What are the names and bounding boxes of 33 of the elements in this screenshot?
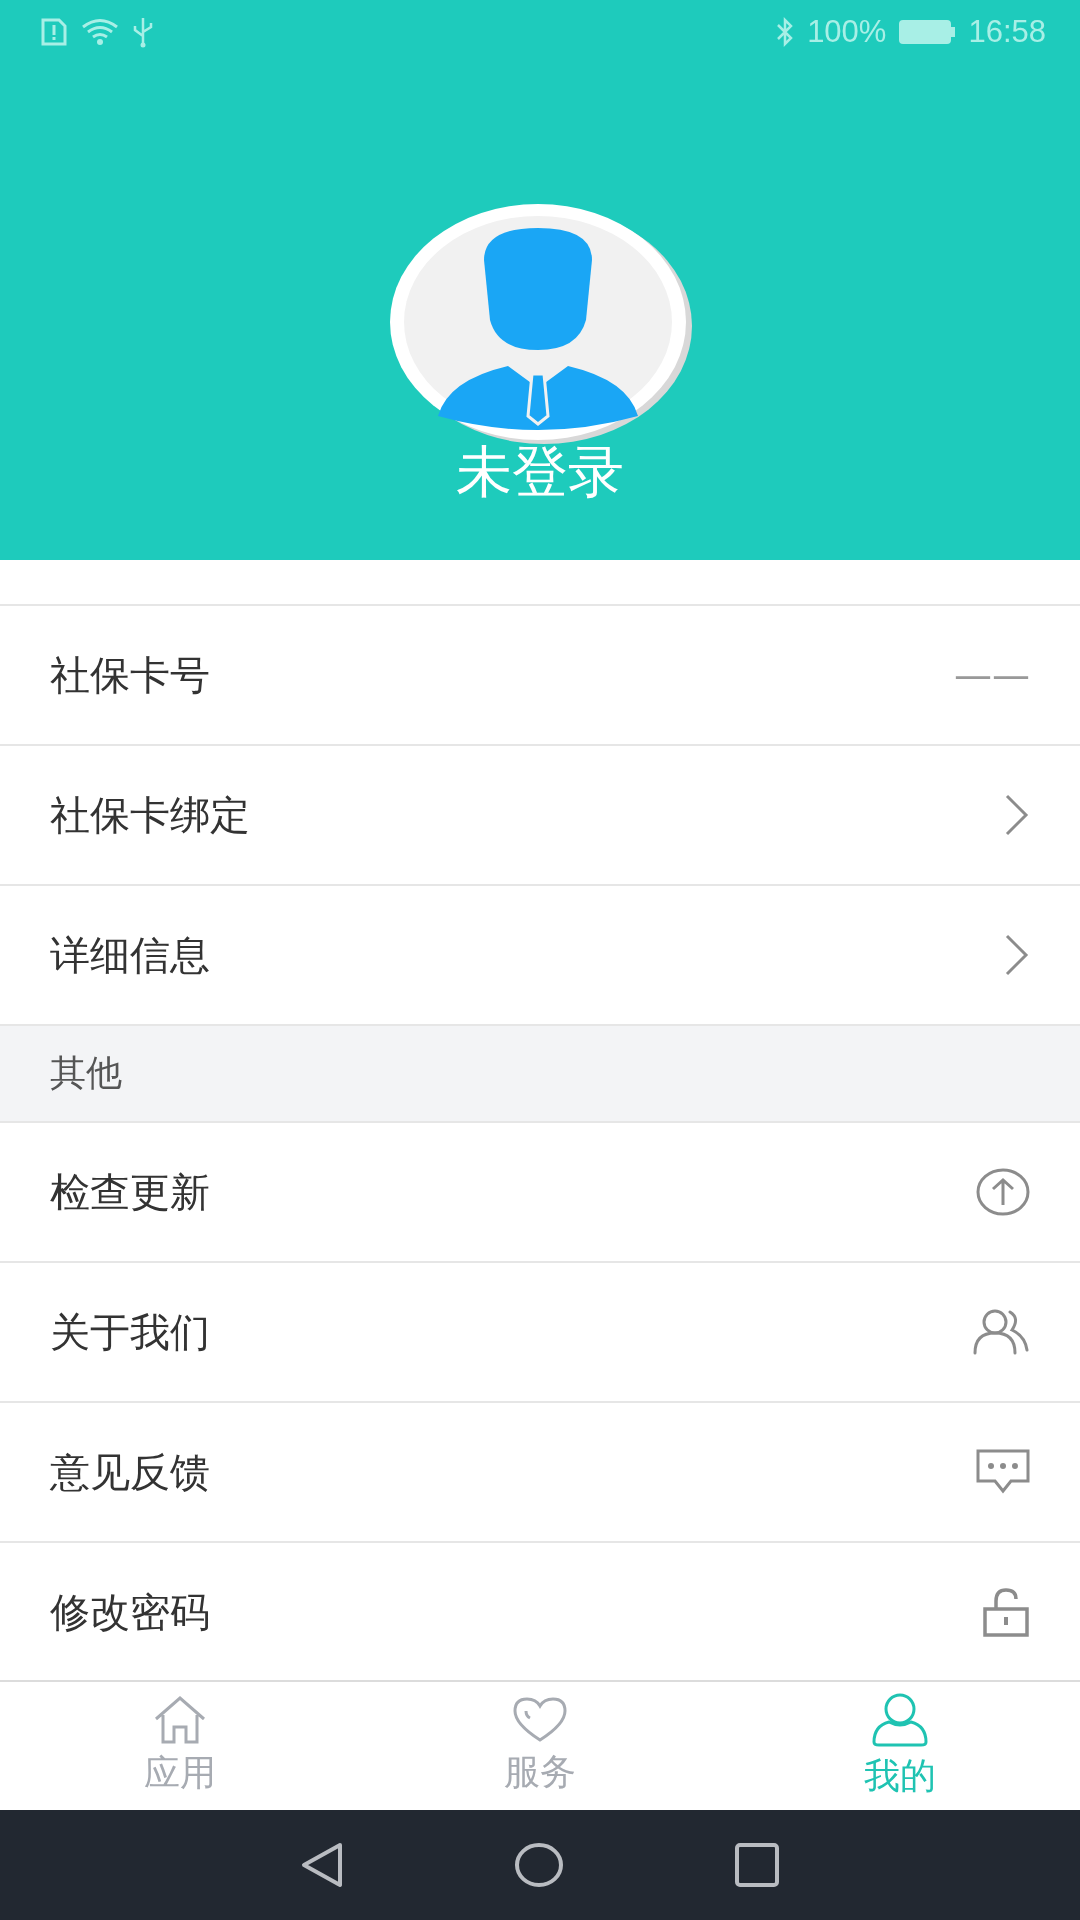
- battery-icon: [898, 19, 957, 45]
- home-button-icon[interactable]: [514, 1842, 564, 1888]
- home-icon: [153, 1694, 207, 1745]
- clock-time: 16:58: [968, 14, 1046, 50]
- menu-label: 检查更新: [50, 1167, 210, 1217]
- menu-item[interactable]: 社保卡号 ——: [0, 606, 1080, 746]
- back-icon[interactable]: [300, 1842, 344, 1888]
- upload-icon: [976, 1168, 1030, 1216]
- menu-label: 社保卡绑定: [50, 790, 250, 840]
- chevron-right-icon: [1004, 793, 1030, 837]
- login-status: 未登录: [456, 438, 624, 506]
- menu-label: 意见反馈: [50, 1447, 210, 1497]
- menu-label: 社保卡号: [50, 650, 210, 700]
- message-icon: [976, 1449, 1030, 1495]
- unlock-icon: [982, 1587, 1030, 1637]
- menu-item[interactable]: 意见反馈: [0, 1403, 1080, 1543]
- usb-icon: [132, 16, 154, 48]
- menu-label: 详细信息: [50, 930, 210, 980]
- menu-label: 修改密码: [50, 1587, 210, 1637]
- people-icon: [972, 1308, 1030, 1356]
- menu-item[interactable]: 关于我们: [0, 1263, 1080, 1403]
- menu-item[interactable]: 检查更新: [0, 1123, 1080, 1263]
- battery-percent: 100%: [807, 14, 887, 50]
- menu-item[interactable]: 社保卡绑定: [0, 746, 1080, 886]
- menu-label: 关于我们: [50, 1307, 210, 1357]
- recent-apps-icon[interactable]: [734, 1842, 780, 1888]
- wifi-icon: [80, 17, 120, 47]
- card-number-value: ——: [954, 653, 1030, 697]
- heart-icon: [512, 1695, 568, 1744]
- user-icon: [871, 1691, 929, 1748]
- sim-alert-icon: [40, 17, 68, 47]
- section-header: 其他: [0, 1026, 1080, 1123]
- chevron-right-icon: [1004, 933, 1030, 977]
